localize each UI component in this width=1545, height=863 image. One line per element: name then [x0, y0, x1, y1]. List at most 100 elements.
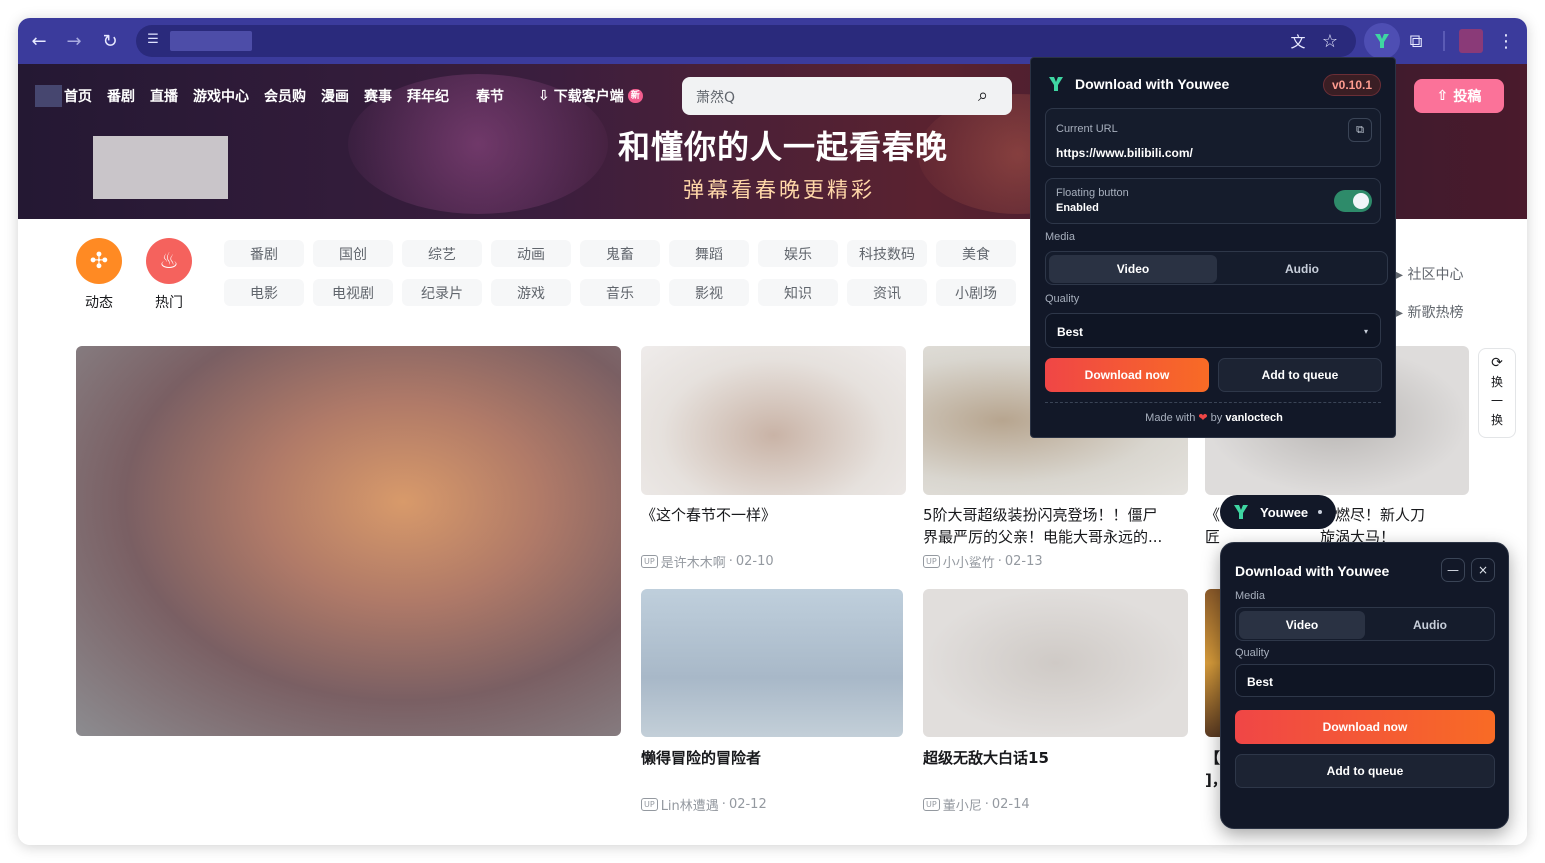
top-nav: 首页 番剧 直播 游戏中心 会员购 漫画 赛事 拜年纪 春节: [64, 86, 519, 106]
video-author[interactable]: 是许木木啊: [661, 552, 726, 571]
media-option-audio[interactable]: Audio: [1219, 255, 1385, 283]
search-input[interactable]: 萧然Q: [696, 87, 735, 107]
category-item[interactable]: 科技数码: [847, 240, 927, 267]
profile-avatar[interactable]: [1459, 29, 1483, 53]
category-item[interactable]: 美食: [936, 240, 1016, 267]
video-title[interactable]: 5阶大哥超级装扮闪亮登场！！僵尸 界最严厉的父亲！电能大哥永远的...: [923, 504, 1188, 548]
footer-made-with: Made with: [1145, 412, 1196, 424]
quality-value: Best: [1057, 325, 1084, 339]
category-item[interactable]: 国创: [313, 240, 393, 267]
category-item[interactable]: 鬼畜: [580, 240, 660, 267]
close-icon[interactable]: ×: [1471, 558, 1495, 582]
category-item[interactable]: 番剧: [224, 240, 304, 267]
video-meta[interactable]: UP Lin林遭遇 · 02-12: [641, 795, 767, 814]
video-author[interactable]: Lin林遭遇: [661, 795, 719, 814]
video-author[interactable]: 董小尼: [943, 795, 982, 814]
category-item[interactable]: 游戏: [491, 279, 571, 306]
quality-select[interactable]: Best ▾: [1045, 313, 1381, 348]
nav-item-anime[interactable]: 番剧: [107, 86, 135, 106]
search-box[interactable]: 萧然Q ⌕: [682, 77, 1012, 115]
nav-item-live[interactable]: 直播: [150, 86, 178, 106]
toggle-knob: [1353, 193, 1369, 209]
bookmark-star-icon[interactable]: ☆: [1316, 27, 1344, 55]
translate-icon[interactable]: 文: [1284, 27, 1312, 55]
youwee-extension-button[interactable]: [1364, 23, 1400, 59]
video-title-line: 界最严厉的父亲！电能大哥永远的...: [923, 528, 1163, 546]
nav-item-spring-festival[interactable]: 春节: [476, 86, 504, 106]
quality-select[interactable]: Best: [1235, 664, 1495, 697]
category-item[interactable]: 电视剧: [313, 279, 393, 306]
video-meta[interactable]: UP 小小鲨竹 · 02-13: [923, 552, 1043, 571]
new-songs-link[interactable]: ▸ 新歌热榜: [1396, 302, 1463, 322]
version-badge: v0.10.1: [1323, 74, 1381, 96]
upload-button[interactable]: ⇧ 投稿: [1414, 79, 1504, 113]
youwee-floating-button[interactable]: Youwee: [1220, 495, 1336, 529]
category-item[interactable]: 舞蹈: [669, 240, 749, 267]
search-icon[interactable]: ⌕: [978, 85, 1000, 107]
add-to-queue-button[interactable]: Add to queue: [1235, 754, 1495, 788]
category-item[interactable]: 动画: [491, 240, 571, 267]
heart-icon: ❤: [1198, 412, 1208, 424]
video-title-line: 5阶大哥超级装扮闪亮登场！！僵尸: [923, 506, 1158, 524]
category-item[interactable]: 电影: [224, 279, 304, 306]
hot-flame-icon[interactable]: ♨: [146, 238, 192, 284]
video-meta[interactable]: UP 董小尼 · 02-14: [923, 795, 1030, 814]
download-now-button[interactable]: Download now: [1045, 358, 1209, 392]
browser-menu-icon[interactable]: ⋮: [1492, 27, 1520, 55]
nav-item-game-center[interactable]: 游戏中心: [193, 86, 249, 106]
floating-button-box: Floating button Enabled: [1045, 178, 1381, 224]
category-item[interactable]: 综艺: [402, 240, 482, 267]
dynamic-label[interactable]: 动态: [85, 292, 113, 312]
forward-icon[interactable]: →: [60, 27, 88, 55]
add-to-queue-button[interactable]: Add to queue: [1218, 358, 1382, 392]
video-title[interactable]: 《这个春节不一样》: [641, 504, 906, 526]
category-item[interactable]: 知识: [758, 279, 838, 306]
download-client-link[interactable]: ⇩ 下载客户端 新: [538, 86, 643, 106]
media-label: Media: [1235, 590, 1265, 602]
nav-item-home[interactable]: 首页: [64, 86, 92, 106]
minimize-icon[interactable]: —: [1441, 558, 1465, 582]
media-option-video[interactable]: Video: [1049, 255, 1217, 283]
back-icon[interactable]: ←: [25, 27, 53, 55]
media-segmented-control: Video Audio: [1235, 607, 1495, 641]
category-item[interactable]: 娱乐: [758, 240, 838, 267]
media-option-audio[interactable]: Audio: [1367, 611, 1493, 639]
media-option-video[interactable]: Video: [1239, 611, 1365, 639]
category-item[interactable]: 小剧场: [936, 279, 1016, 306]
reload-icon[interactable]: ↻: [96, 27, 124, 55]
nav-item-manga[interactable]: 漫画: [321, 86, 349, 106]
current-url-box: Current URL https://www.bilibili.com/ ⧉: [1045, 108, 1381, 167]
address-bar[interactable]: ☰: [136, 25, 1356, 57]
nav-item-new-year[interactable]: 拜年纪: [407, 86, 449, 106]
video-title[interactable]: 懒得冒险的冒险者: [641, 747, 903, 769]
category-item[interactable]: 影视: [669, 279, 749, 306]
site-info-icon[interactable]: ☰: [144, 32, 162, 50]
video-author[interactable]: 小小鲨竹: [943, 552, 995, 571]
category-item[interactable]: 资讯: [847, 279, 927, 306]
nav-item-shop[interactable]: 会员购: [264, 86, 306, 106]
footer-author-link[interactable]: vanloctech: [1225, 412, 1282, 424]
category-grid: 番剧 国创 综艺 动画 鬼畜 舞蹈 娱乐 科技数码 美食 电影 电视剧 纪录片 …: [224, 240, 1022, 306]
video-thumbnail[interactable]: [641, 346, 906, 495]
quality-label: Quality: [1045, 293, 1080, 305]
floating-button-toggle[interactable]: [1334, 190, 1372, 212]
featured-video-thumbnail[interactable]: [76, 346, 621, 736]
category-item[interactable]: 纪录片: [402, 279, 482, 306]
video-meta[interactable]: UP 是许木木啊 · 02-10: [641, 552, 774, 571]
nav-item-esports[interactable]: 赛事: [364, 86, 392, 106]
hot-label[interactable]: 热门: [155, 292, 183, 312]
refresh-feed-button[interactable]: ⟳ 换 一 换: [1478, 348, 1516, 438]
category-item[interactable]: 音乐: [580, 279, 660, 306]
video-thumbnail[interactable]: [641, 589, 903, 737]
refresh-label: 换: [1490, 375, 1503, 389]
download-now-button[interactable]: Download now: [1235, 710, 1495, 744]
up-badge: UP: [923, 555, 940, 568]
dynamic-icon[interactable]: ✣: [76, 238, 122, 284]
current-url-label: Current URL: [1056, 123, 1118, 135]
copy-icon[interactable]: ⧉: [1348, 118, 1372, 142]
video-thumbnail[interactable]: [923, 589, 1188, 737]
video-title[interactable]: 超级无敌大白话15: [923, 747, 1188, 769]
community-center-link[interactable]: ▸ 社区中心: [1396, 264, 1463, 284]
extensions-puzzle-icon[interactable]: ⧉: [1402, 27, 1430, 55]
floating-button-state: Enabled: [1056, 202, 1099, 214]
